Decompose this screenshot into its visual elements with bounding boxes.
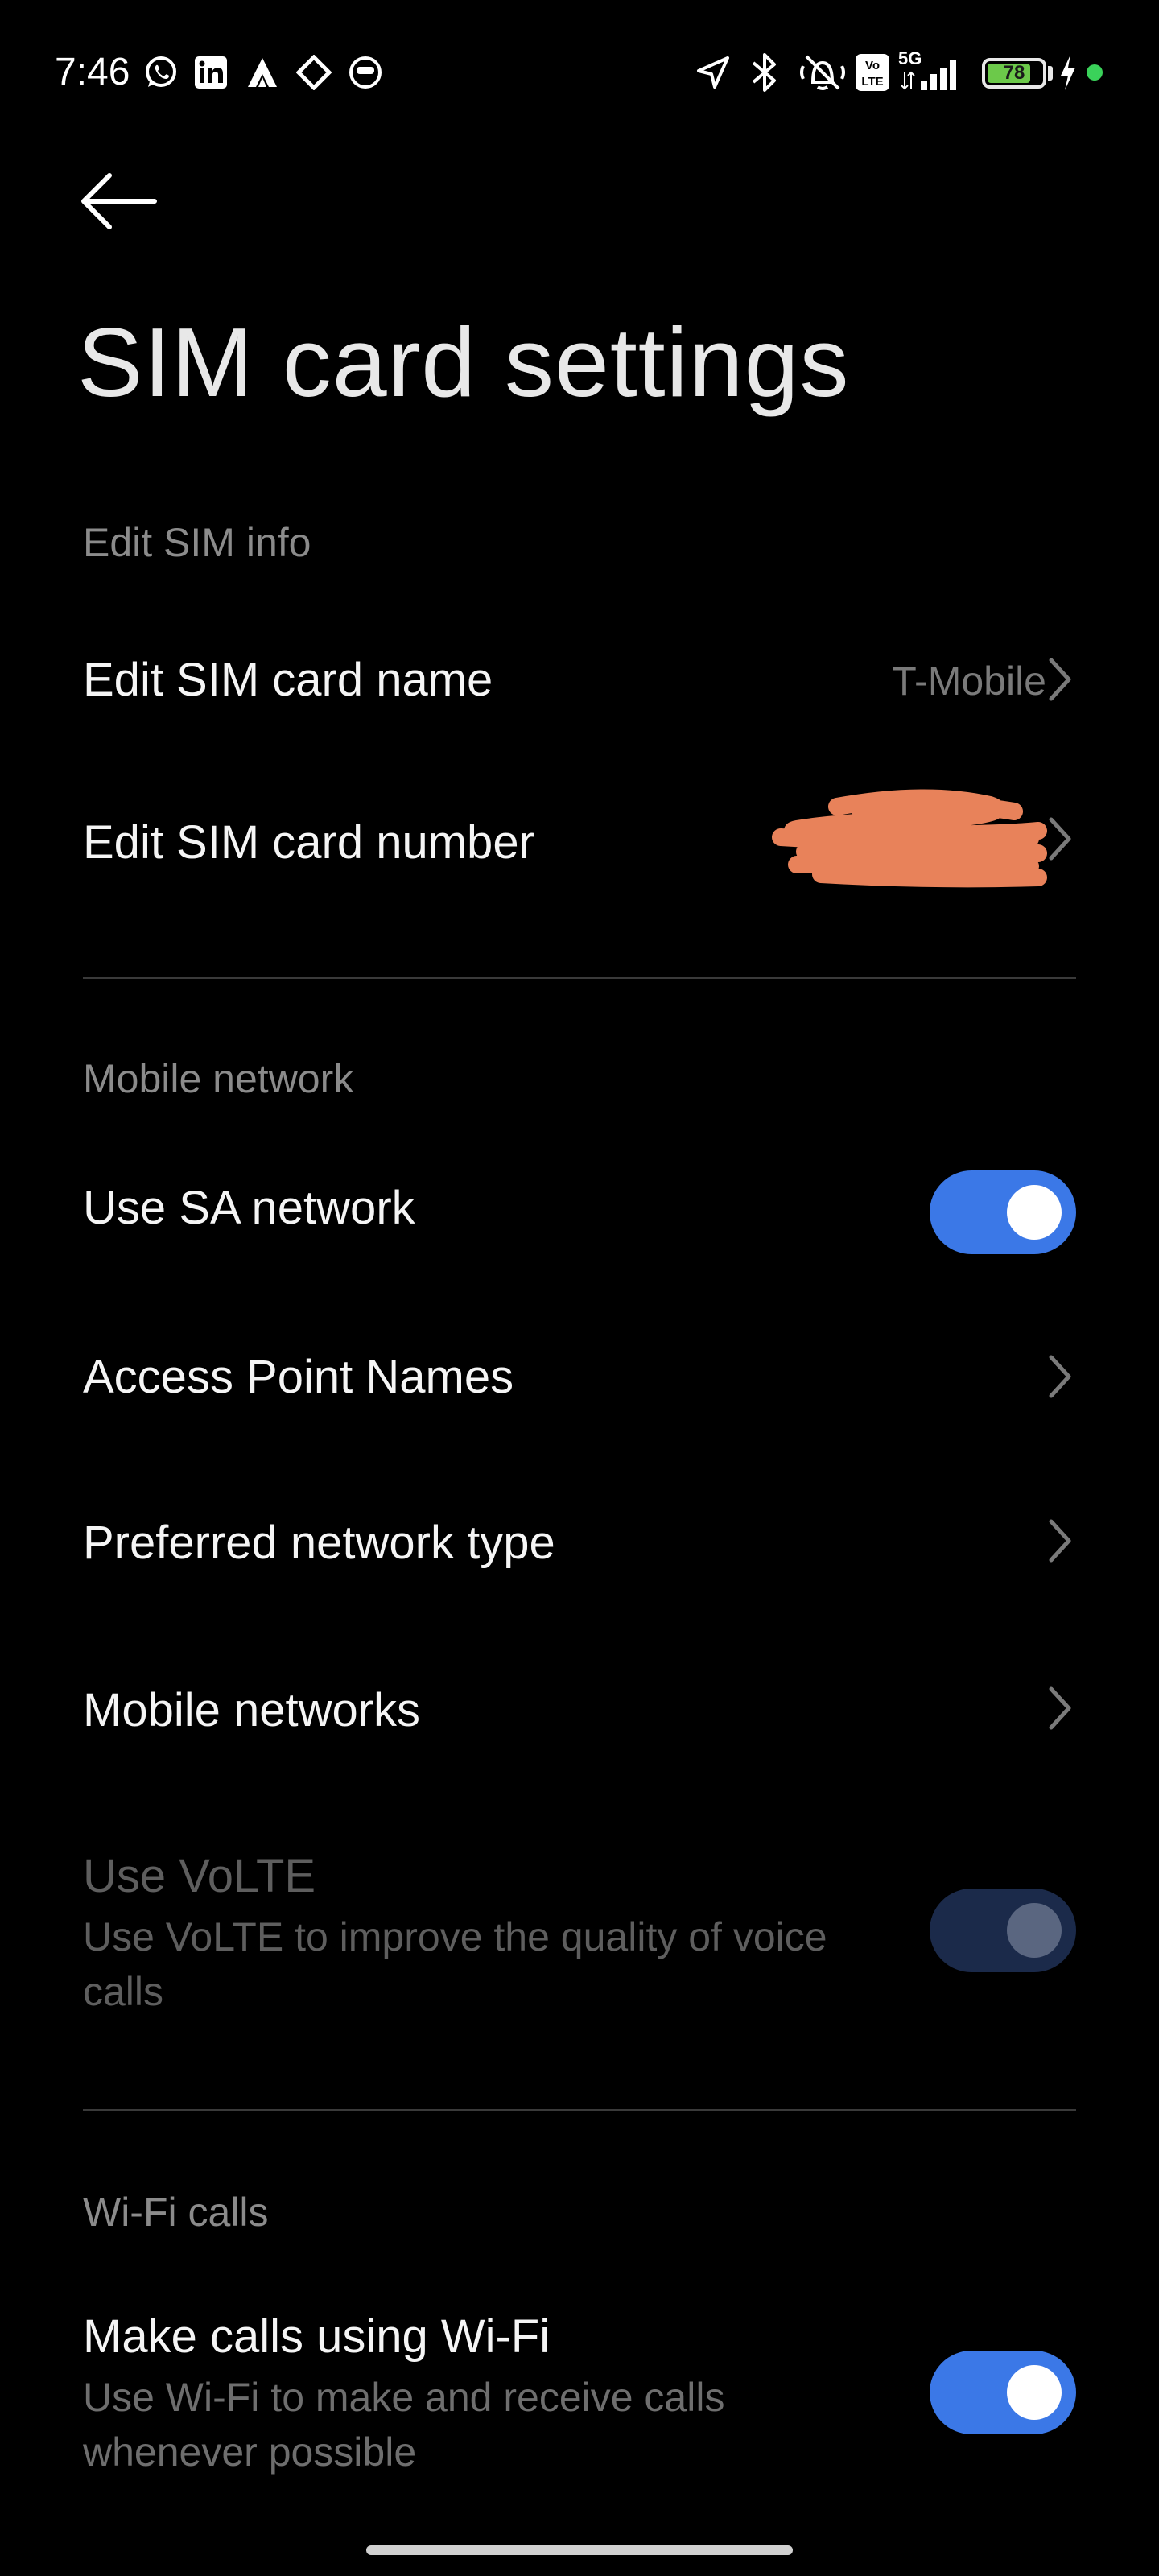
linkedin-icon — [195, 56, 227, 89]
edit-sim-card-name-row[interactable]: Edit SIM card name T-Mobile — [0, 628, 1159, 733]
status-bar: 7:46 Vo LTE 5G 78 — [0, 0, 1159, 145]
chevron-right-icon — [1049, 1355, 1071, 1398]
app-face-icon — [349, 56, 382, 89]
use-volte-row: Use VoLTE Use VoLTE to improve the quali… — [0, 1840, 1159, 2033]
toggle-knob — [1007, 1185, 1062, 1240]
svg-text:LTE: LTE — [861, 75, 883, 89]
status-dot — [1087, 64, 1103, 80]
preferred-network-type-row[interactable]: Preferred network type — [0, 1497, 1159, 1602]
access-point-names-row[interactable]: Access Point Names — [0, 1328, 1159, 1433]
battery-icon: 78 — [982, 58, 1046, 89]
make-calls-using-wifi-description: Use Wi-Fi to make and receive calls when… — [83, 2375, 725, 2475]
sim-card-name-value: T-Mobile — [892, 658, 1046, 704]
vibrate-mute-icon — [800, 55, 845, 90]
use-sa-network-row[interactable]: Use SA network — [0, 1159, 1159, 1264]
section-header-mobile-network: Mobile network — [83, 1056, 354, 1101]
edit-sim-card-name-label: Edit SIM card name — [83, 654, 493, 706]
volte-icon: Vo LTE — [856, 54, 889, 91]
edit-sim-card-number-label: Edit SIM card number — [83, 816, 534, 869]
mobile-networks-row[interactable]: Mobile networks — [0, 1665, 1159, 1769]
toggle-knob — [1007, 2365, 1062, 2420]
use-volte-toggle — [930, 1889, 1076, 1972]
redaction-scribble — [772, 789, 1047, 888]
svg-text:Vo: Vo — [865, 59, 880, 72]
use-sa-network-label: Use SA network — [83, 1182, 415, 1234]
section-header-wifi-calls: Wi-Fi calls — [83, 2190, 269, 2235]
section-header-edit-sim-info: Edit SIM info — [83, 520, 311, 565]
mobile-networks-label: Mobile networks — [83, 1684, 421, 1736]
make-calls-using-wifi-toggle[interactable] — [930, 2351, 1076, 2434]
app-triangle-icon — [248, 58, 277, 87]
make-calls-using-wifi-row[interactable]: Make calls using Wi-Fi Use Wi-Fi to make… — [0, 2306, 1159, 2499]
back-button[interactable] — [77, 169, 161, 233]
make-calls-using-wifi-label: Make calls using Wi-Fi — [83, 2310, 551, 2363]
app-diamond-icon — [296, 55, 332, 90]
chevron-right-icon — [1049, 658, 1071, 701]
svg-text:5G: 5G — [898, 48, 922, 68]
battery-nub — [1048, 66, 1053, 80]
chevron-right-icon — [1049, 1686, 1071, 1730]
section-divider — [83, 2109, 1076, 2111]
toggle-knob — [1007, 1903, 1062, 1958]
page-title: SIM card settings — [77, 308, 850, 417]
battery-level: 78 — [1003, 62, 1025, 84]
access-point-names-label: Access Point Names — [83, 1351, 514, 1403]
home-indicator[interactable] — [366, 2545, 793, 2555]
whatsapp-icon — [146, 56, 176, 87]
chevron-right-icon — [1049, 1519, 1071, 1563]
preferred-network-type-label: Preferred network type — [83, 1517, 555, 1569]
location-arrow-icon — [697, 56, 729, 89]
charging-icon — [1061, 55, 1075, 90]
use-volte-description: Use VoLTE to improve the quality of voic… — [83, 1914, 827, 2014]
bluetooth-icon — [752, 53, 776, 92]
signal-5g-icon: 5G — [898, 48, 956, 90]
use-volte-label: Use VoLTE — [83, 1850, 316, 1902]
use-sa-network-toggle[interactable] — [930, 1170, 1076, 1254]
back-arrow-icon — [81, 173, 157, 229]
section-divider — [83, 977, 1076, 979]
status-time: 7:46 — [55, 51, 130, 93]
